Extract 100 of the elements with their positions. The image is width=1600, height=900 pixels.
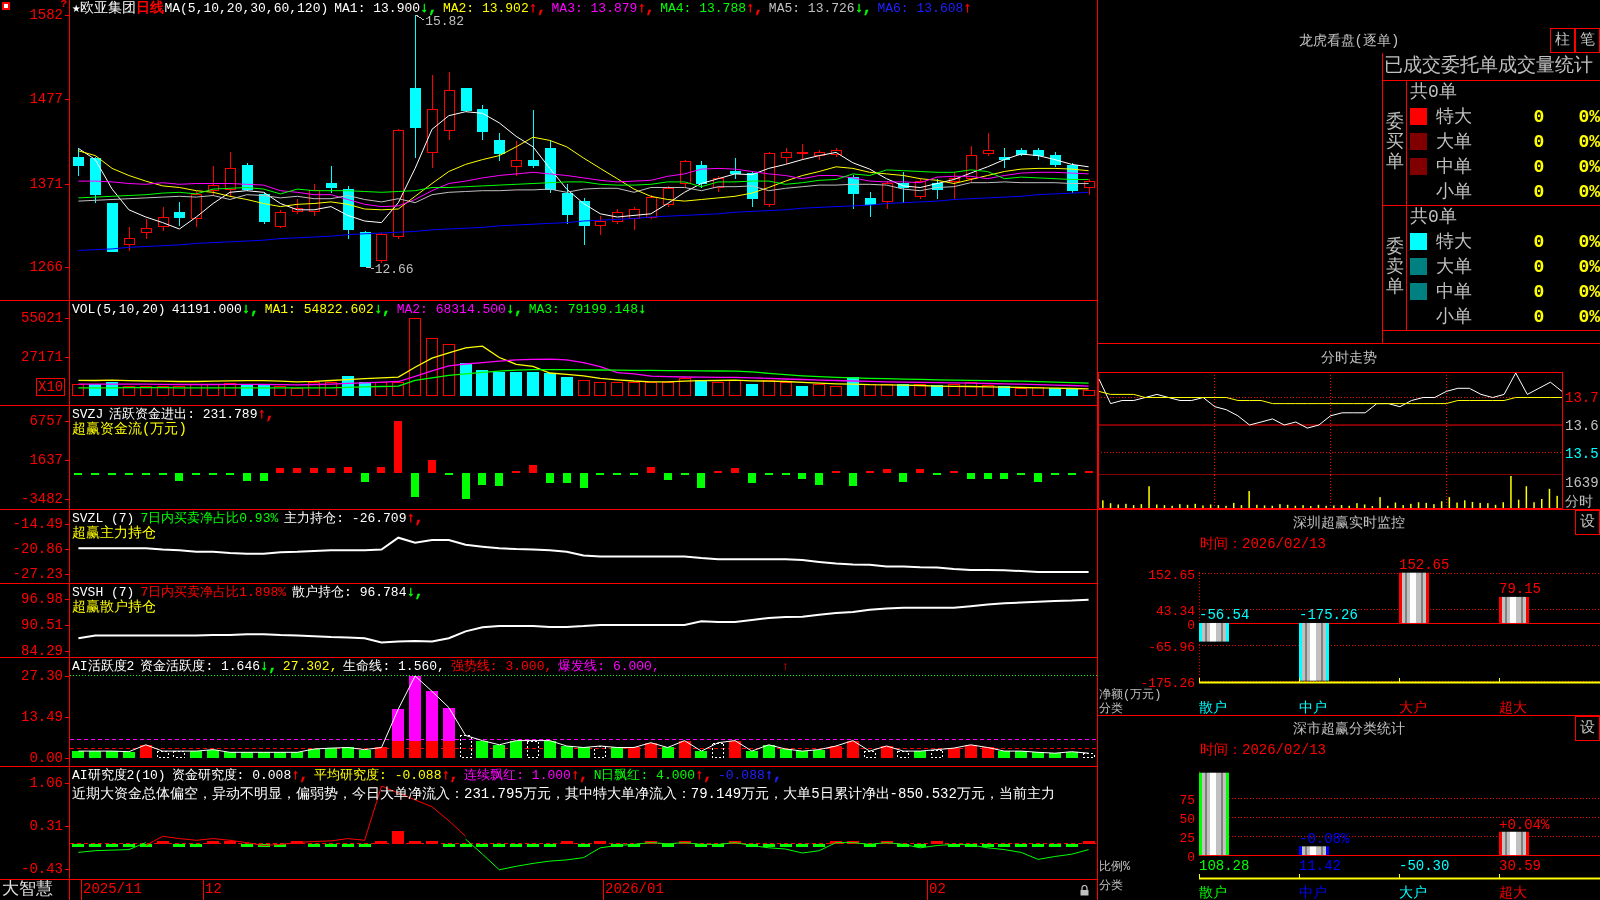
- legend-text: MA6: 13.608: [877, 1, 964, 16]
- order-share: 0%: [1578, 155, 1600, 178]
- candlestick: [983, 132, 994, 157]
- legend-text: 爆发线: 6.000,: [558, 659, 660, 674]
- settings-button[interactable]: 设: [1575, 510, 1600, 535]
- axis-label: 13.5: [1565, 445, 1599, 462]
- square-icon: [2, 2, 10, 10]
- candlestick: [831, 147, 842, 158]
- view-toggle-button[interactable]: 柱: [1550, 28, 1575, 53]
- order-share: 0%: [1578, 180, 1600, 203]
- order-type: 大单: [1436, 130, 1472, 153]
- axis-label: 50: [1179, 811, 1195, 827]
- candlestick: [663, 185, 674, 208]
- trend-arrow: ↓,: [505, 302, 523, 317]
- order-share: 0%: [1578, 130, 1600, 153]
- settings-button[interactable]: 设: [1575, 716, 1600, 741]
- candlestick: [528, 109, 539, 169]
- indicator-title: 超赢主力持仓: [72, 526, 156, 541]
- legend-text: SVSH (7): [72, 585, 135, 600]
- legend-text: 资金研究度: 0.008: [171, 768, 292, 783]
- trend-arrow: ↑,: [570, 768, 588, 783]
- leader-line: [415, 14, 425, 21]
- candlestick: [949, 171, 960, 200]
- candlestick: [545, 139, 556, 194]
- order-count: 0: [1533, 230, 1545, 253]
- legend-text: VOL(5,10,20): [72, 302, 166, 317]
- stock-name: ★欧亚集团: [72, 1, 137, 16]
- candlestick: [814, 149, 825, 161]
- legend-text: 27.302,: [282, 659, 338, 674]
- side-label: 委买单: [1385, 113, 1404, 173]
- candlestick: [141, 218, 152, 240]
- legend-text: MA1: 54822.602: [264, 302, 374, 317]
- category-label: 大户: [1399, 700, 1427, 715]
- signal-arrow: ↑: [781, 659, 790, 674]
- group-total: 共0单: [1410, 206, 1457, 229]
- leader-line: [365, 266, 375, 269]
- legend-text: MA5: 13.726: [768, 1, 855, 16]
- order-type: 小单: [1436, 305, 1472, 328]
- order-share: 0%: [1578, 105, 1600, 128]
- candlestick: [595, 215, 606, 236]
- axis-label: 0.31: [29, 818, 63, 833]
- price-annotation: 15.82: [425, 14, 465, 30]
- trend-arrow: ↓,: [241, 302, 259, 317]
- candlestick: [208, 165, 219, 197]
- legend-text: 生命线: 1.560,: [343, 659, 445, 674]
- candlestick: [326, 165, 337, 194]
- order-count: 0: [1533, 105, 1545, 128]
- legend-text: SVZJ: [72, 407, 104, 422]
- category-label: 散户: [1199, 700, 1227, 715]
- legend-text: MA4: 13.788: [660, 1, 746, 16]
- axis-label: 75: [1179, 792, 1195, 808]
- candlestick: [461, 87, 472, 113]
- axis-label: 0: [1187, 617, 1195, 633]
- candlestick: [966, 145, 977, 183]
- value-label: 11.42: [1299, 858, 1341, 874]
- candlestick: [259, 191, 270, 225]
- trend-arrow: ↑,: [406, 511, 424, 526]
- legend-text: MA3: 13.879: [551, 1, 638, 16]
- order-share: 0%: [1578, 230, 1600, 253]
- view-toggle-button[interactable]: 笔: [1575, 28, 1600, 53]
- axis-label: 96.98: [21, 591, 63, 606]
- candlestick: [107, 202, 118, 253]
- date-label: 2025/11: [83, 881, 142, 898]
- trend-arrow: ↑,: [764, 768, 782, 783]
- candlestick: [848, 174, 859, 210]
- value-label: 108.28: [1199, 858, 1250, 874]
- trend-arrow: ↓,: [373, 302, 391, 317]
- legend-text: MA3: 79199.148: [528, 302, 638, 317]
- legend-text: 强势线: 3.000,: [450, 659, 553, 674]
- candlestick: [629, 206, 640, 231]
- candlestick: [376, 232, 387, 263]
- candlestick: [1050, 151, 1061, 168]
- percent-label: +0.04%: [1499, 816, 1550, 833]
- legend-text: 散户持仓: 96.784: [292, 585, 407, 600]
- legend-text: 连续飘红: 1.000: [464, 768, 571, 783]
- trend-arrow: ↑,: [441, 768, 459, 783]
- axis-label: 13.7: [1565, 390, 1599, 407]
- axis-label: 1266: [29, 260, 63, 275]
- candlestick: [360, 230, 371, 268]
- group-total: 共0单: [1410, 81, 1457, 104]
- candlestick: [764, 151, 775, 208]
- category-label: 中户: [1299, 700, 1327, 715]
- candlestick: [579, 197, 590, 246]
- candlestick: [73, 147, 84, 177]
- axis-label: -14.49: [12, 516, 63, 531]
- order-share: 0%: [1578, 255, 1600, 278]
- axis-label: 0.00: [29, 751, 63, 765]
- order-type: 中单: [1436, 280, 1472, 303]
- trend-arrow: ↓,: [406, 585, 424, 600]
- legend-text: 7日内买卖净占比0.93%: [140, 511, 279, 526]
- candlestick: [158, 206, 169, 232]
- order-count: 0: [1533, 255, 1545, 278]
- panel-title: 深圳超赢实时监控: [1293, 514, 1405, 532]
- value-label: 30.59: [1499, 858, 1541, 874]
- brand-name: 大智慧: [2, 880, 53, 899]
- order-count: 0: [1533, 180, 1545, 203]
- axis-label: 43.34: [1156, 603, 1195, 619]
- panel-title: 深市超赢分类统计: [1293, 720, 1405, 738]
- order-count: 0: [1533, 305, 1545, 328]
- legend-text: N日飘红: 4.000: [593, 768, 696, 783]
